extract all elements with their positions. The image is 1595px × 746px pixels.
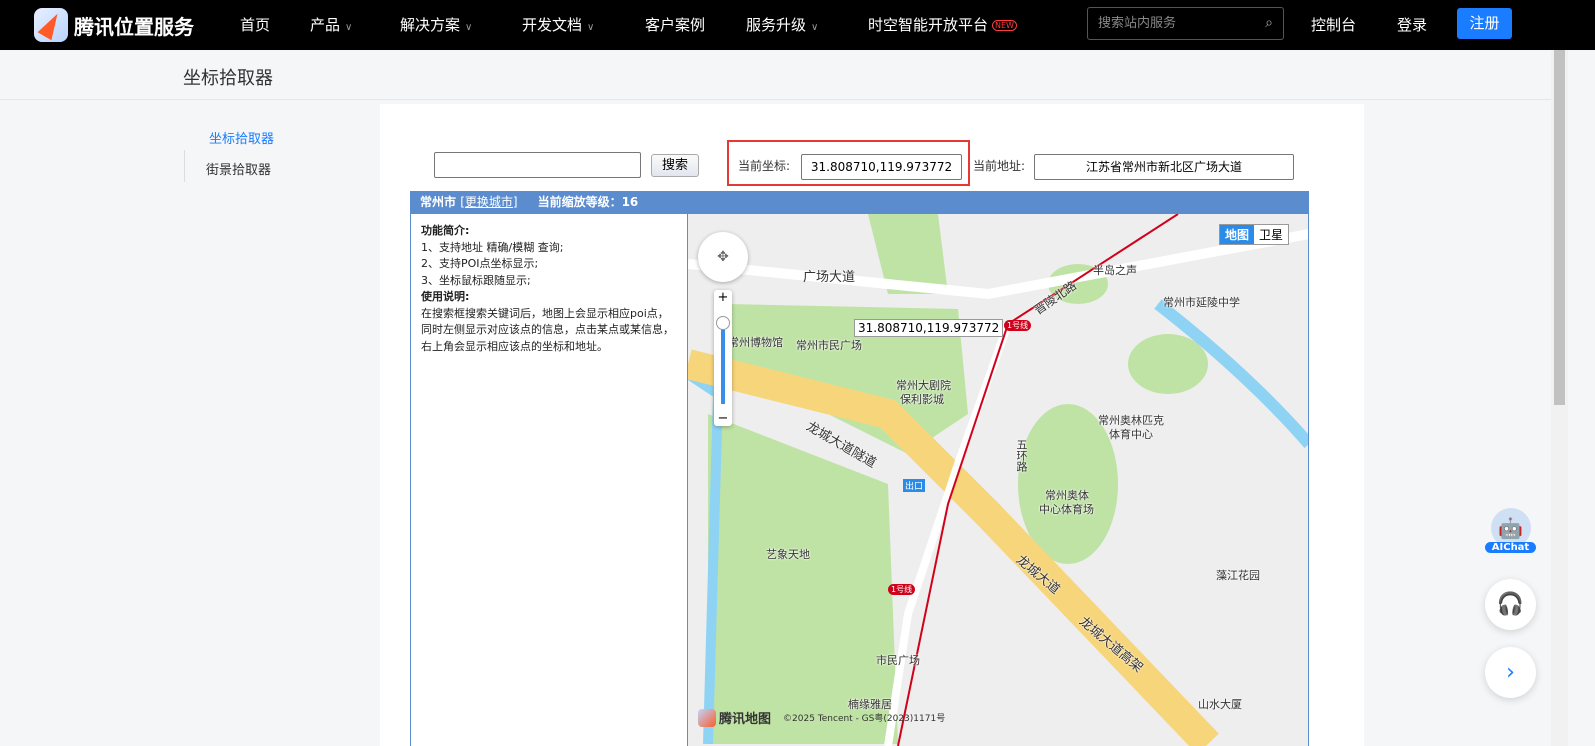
aichat-button[interactable]: 🤖 AIChat <box>1485 508 1536 553</box>
nav-cases[interactable]: 客户案例 <box>645 0 705 50</box>
new-badge: NEW <box>992 20 1017 31</box>
help-panel: 功能简介: 1、支持地址 精确/模糊 查询; 2、支持POI点坐标显示; 3、坐… <box>410 214 688 746</box>
headset-support-button[interactable]: 🎧 <box>1485 579 1536 630</box>
change-city-link[interactable]: [更换城市] <box>460 195 517 209</box>
sidebar-item-coord-picker[interactable]: 坐标拾取器 <box>209 128 274 147</box>
sidebar-divider <box>184 150 185 182</box>
page-title: 坐标拾取器 <box>183 68 273 89</box>
map-type-satellite[interactable]: 卫星 <box>1254 225 1289 244</box>
address-field[interactable]: 江苏省常州市新北区广场大道 <box>1034 154 1294 180</box>
chevron-down-icon: ∨ <box>587 22 595 33</box>
pan-control[interactable]: ✥ <box>698 232 748 282</box>
zoom-in-icon[interactable]: + <box>714 290 732 305</box>
chevron-down-icon: ∨ <box>465 22 473 33</box>
coord-field[interactable]: 31.808710,119.973772 <box>801 154 962 180</box>
top-nav: 腾讯位置服务 首页 产品 ∨ 解决方案 ∨ 开发文档 ∨ 客户案例 服务升级 ∨ 时空智… <box>0 0 1595 50</box>
search-icon[interactable]: ⌕ <box>1265 8 1273 39</box>
city-bar: 常州市 [更换城市] 当前缩放等级：16 <box>410 191 1309 214</box>
map-type-switch: 地图 卫星 <box>1219 224 1290 245</box>
map[interactable]: 广场大道 半岛之声 常州市延陵中学 常州博物馆 常州市民广场 常州大剧院 保利影… <box>688 214 1309 746</box>
search-button[interactable]: 搜索 <box>651 154 699 177</box>
nav-solutions[interactable]: 解决方案 ∨ <box>400 0 472 50</box>
nav-products[interactable]: 产品 ∨ <box>310 0 352 50</box>
nav-platform[interactable]: 时空智能开放平台 NEW <box>868 0 1017 50</box>
login-link[interactable]: 登录 <box>1397 0 1427 50</box>
sidebar-item-streetview-picker[interactable]: 街景拾取器 <box>206 159 271 178</box>
scrollbar-thumb[interactable] <box>1554 50 1565 405</box>
logo-icon <box>34 8 68 42</box>
page-header: 坐标拾取器 <box>0 50 1551 100</box>
tencent-map-logo-icon <box>698 708 716 727</box>
zoom-slider[interactable]: + − <box>714 290 732 426</box>
site-search-input[interactable]: 搜索站内服务 ⌕ <box>1087 7 1284 40</box>
nav-upgrade[interactable]: 服务升级 ∨ <box>746 0 818 50</box>
zoom-track <box>721 322 725 404</box>
register-button[interactable]: 注册 <box>1457 8 1512 39</box>
zoom-handle[interactable] <box>716 316 730 330</box>
nav-home[interactable]: 首页 <box>240 0 270 50</box>
scrollbar[interactable] <box>1551 50 1568 746</box>
chevron-down-icon: ∨ <box>811 22 819 33</box>
expand-button[interactable]: › <box>1485 647 1536 698</box>
coord-label: 当前坐标: <box>738 159 791 173</box>
map-brand: 腾讯地图 ©2025 Tencent - GS粤(2023)1171号 <box>698 708 945 727</box>
chevron-right-icon: › <box>1506 660 1515 685</box>
zoom-out-icon[interactable]: − <box>714 411 732 426</box>
address-label: 当前地址: <box>973 159 1026 173</box>
map-type-map[interactable]: 地图 <box>1220 225 1255 244</box>
chevron-down-icon: ∨ <box>345 22 353 33</box>
coord-tooltip: 31.808710,119.973772 <box>854 319 1004 337</box>
nav-docs[interactable]: 开发文档 ∨ <box>522 0 594 50</box>
logo[interactable]: 腾讯位置服务 <box>34 8 194 42</box>
console-link[interactable]: 控制台 <box>1311 0 1356 50</box>
search-input[interactable] <box>434 152 641 178</box>
headset-icon: 🎧 <box>1496 592 1525 617</box>
